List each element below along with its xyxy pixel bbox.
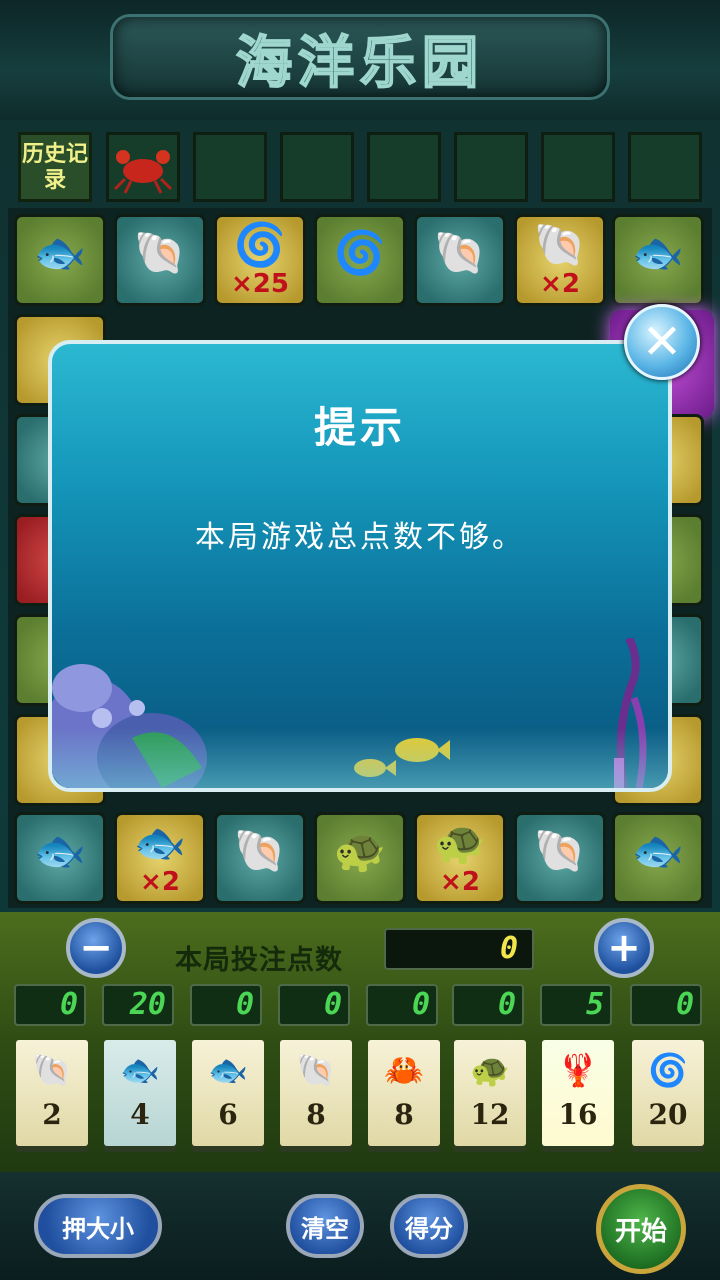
history-slot bbox=[541, 132, 615, 202]
mackerel-icon: 🐟 bbox=[33, 826, 87, 875]
board-tile: 🐚 bbox=[114, 214, 206, 306]
sea-floor bbox=[52, 728, 668, 788]
nautilus-icon: 🐚 bbox=[296, 1051, 336, 1089]
history-label[interactable]: 历史记录 bbox=[18, 132, 92, 202]
tile-multiplier: ×25 bbox=[231, 269, 289, 299]
alert-dialog: 提示 本局游戏总点数不够。 bbox=[48, 340, 672, 792]
increase-bet-button[interactable]: + bbox=[594, 918, 654, 978]
turtle-icon: 🐢 bbox=[333, 826, 387, 875]
nautilus-icon: 🐚 bbox=[133, 228, 187, 277]
card-odds: 8 bbox=[394, 1098, 414, 1131]
clear-button[interactable]: 清空 bbox=[286, 1194, 364, 1258]
history-bar: 历史记录 bbox=[18, 132, 702, 202]
tile-multiplier: ×2 bbox=[140, 867, 180, 897]
seahorse-icon: 🌀 bbox=[648, 1051, 688, 1089]
history-slot bbox=[106, 132, 180, 202]
card-odds: 20 bbox=[648, 1098, 688, 1131]
card-odds: 12 bbox=[470, 1098, 510, 1131]
board-tile: 🐚 bbox=[214, 812, 306, 904]
bet-total-display: 0 bbox=[384, 928, 534, 970]
bet-card-turtle[interactable]: 🐢 12 bbox=[454, 1040, 526, 1146]
card-odds: 4 bbox=[130, 1098, 150, 1131]
bet-slot-display: 0 bbox=[366, 984, 438, 1026]
board-tile: 🐢 bbox=[314, 812, 406, 904]
card-odds: 16 bbox=[558, 1098, 598, 1131]
score-button[interactable]: 得分 bbox=[390, 1194, 468, 1258]
mackerel-icon: 🐟 bbox=[631, 228, 685, 277]
board-tile: 🐢 ×2 bbox=[414, 812, 506, 904]
close-dialog-button[interactable]: ✕ bbox=[624, 304, 700, 380]
board-tile: 🐟 bbox=[14, 214, 106, 306]
decrease-bet-button[interactable]: − bbox=[66, 918, 126, 978]
dialog-message: 本局游戏总点数不够。 bbox=[195, 520, 525, 555]
lobster-icon: 🦞 bbox=[558, 1051, 598, 1089]
crab-icon bbox=[113, 150, 173, 194]
bet-card-crab[interactable]: 🦀 8 bbox=[368, 1040, 440, 1146]
tile-multiplier: ×2 bbox=[540, 269, 580, 299]
close-icon: ✕ bbox=[641, 314, 683, 370]
bet-card-seahorse[interactable]: 🌀 20 bbox=[632, 1040, 704, 1146]
tile-multiplier: ×2 bbox=[440, 867, 480, 897]
game-title: 海洋乐园 bbox=[235, 30, 484, 97]
seahorse-icon: 🌀 bbox=[333, 228, 387, 277]
dialog-title: 提示 bbox=[313, 403, 406, 452]
card-odds: 2 bbox=[42, 1098, 62, 1131]
bet-slot-display: 0 bbox=[452, 984, 524, 1026]
card-odds: 8 bbox=[306, 1098, 326, 1131]
history-slot bbox=[280, 132, 354, 202]
bet-card-pomfret[interactable]: 🐟 4 bbox=[104, 1040, 176, 1146]
bet-slot-display: 0 bbox=[190, 984, 262, 1026]
game-screen: 海洋乐园 历史记录 🐟 🐚 🌀 ×25 🌀 🐚 🐚 ×2 🐟 🐟 🐟 ×2 🐚 … bbox=[0, 0, 720, 1280]
pomfret-icon: 🐟 bbox=[120, 1051, 160, 1089]
scallop-icon: 🐚 bbox=[533, 220, 587, 269]
board-tile: 🐟 bbox=[612, 214, 704, 306]
board-tile: 🐟 ×2 bbox=[114, 812, 206, 904]
board-tile: 🌀 ×25 bbox=[214, 214, 306, 306]
bet-card-nautilus[interactable]: 🐚 8 bbox=[280, 1040, 352, 1146]
history-slot bbox=[193, 132, 267, 202]
card-odds: 6 bbox=[218, 1098, 238, 1131]
turtle-icon: 🐢 bbox=[433, 818, 487, 867]
history-slot bbox=[628, 132, 702, 202]
bet-size-button[interactable]: 押大小 bbox=[34, 1194, 162, 1258]
board-tile: 🐚 ×2 bbox=[514, 214, 606, 306]
bet-card-scallop[interactable]: 🐚 2 bbox=[16, 1040, 88, 1146]
turtle-icon: 🐢 bbox=[470, 1051, 510, 1089]
start-button[interactable]: 开始 bbox=[596, 1184, 686, 1274]
board-tile: 🐟 bbox=[14, 812, 106, 904]
board-tile: 🐟 bbox=[612, 812, 704, 904]
mackerel-icon: 🐟 bbox=[208, 1051, 248, 1089]
bet-card-mackerel[interactable]: 🐟 6 bbox=[192, 1040, 264, 1146]
board-tile: 🐚 bbox=[514, 812, 606, 904]
scallop-icon: 🐚 bbox=[433, 228, 487, 277]
seahorse-icon: 🌀 bbox=[233, 220, 287, 269]
bet-slot-display: 0 bbox=[630, 984, 702, 1026]
bet-slot-display: 0 bbox=[14, 984, 86, 1026]
crab-icon: 🦀 bbox=[384, 1051, 424, 1089]
pomfret-icon: 🐟 bbox=[631, 826, 685, 875]
minus-icon: − bbox=[79, 925, 113, 971]
board-tile: 🌀 bbox=[314, 214, 406, 306]
bet-label: 本局投注点数 bbox=[175, 945, 343, 976]
mackerel-icon: 🐟 bbox=[133, 818, 187, 867]
bet-card-lobster[interactable]: 🦞 16 bbox=[542, 1040, 614, 1146]
pomfret-icon: 🐟 bbox=[33, 228, 87, 277]
bet-slot-display: 0 bbox=[278, 984, 350, 1026]
bet-slot-display: 5 bbox=[540, 984, 612, 1026]
plus-icon: + bbox=[607, 925, 641, 971]
scallop-icon: 🐚 bbox=[233, 826, 287, 875]
scallop-icon: 🐚 bbox=[32, 1051, 72, 1089]
history-slot bbox=[454, 132, 528, 202]
header: 海洋乐园 bbox=[0, 0, 720, 120]
board-tile: 🐚 bbox=[414, 214, 506, 306]
nautilus-icon: 🐚 bbox=[533, 826, 587, 875]
history-slot bbox=[367, 132, 441, 202]
bet-slot-display: 20 bbox=[102, 984, 174, 1026]
